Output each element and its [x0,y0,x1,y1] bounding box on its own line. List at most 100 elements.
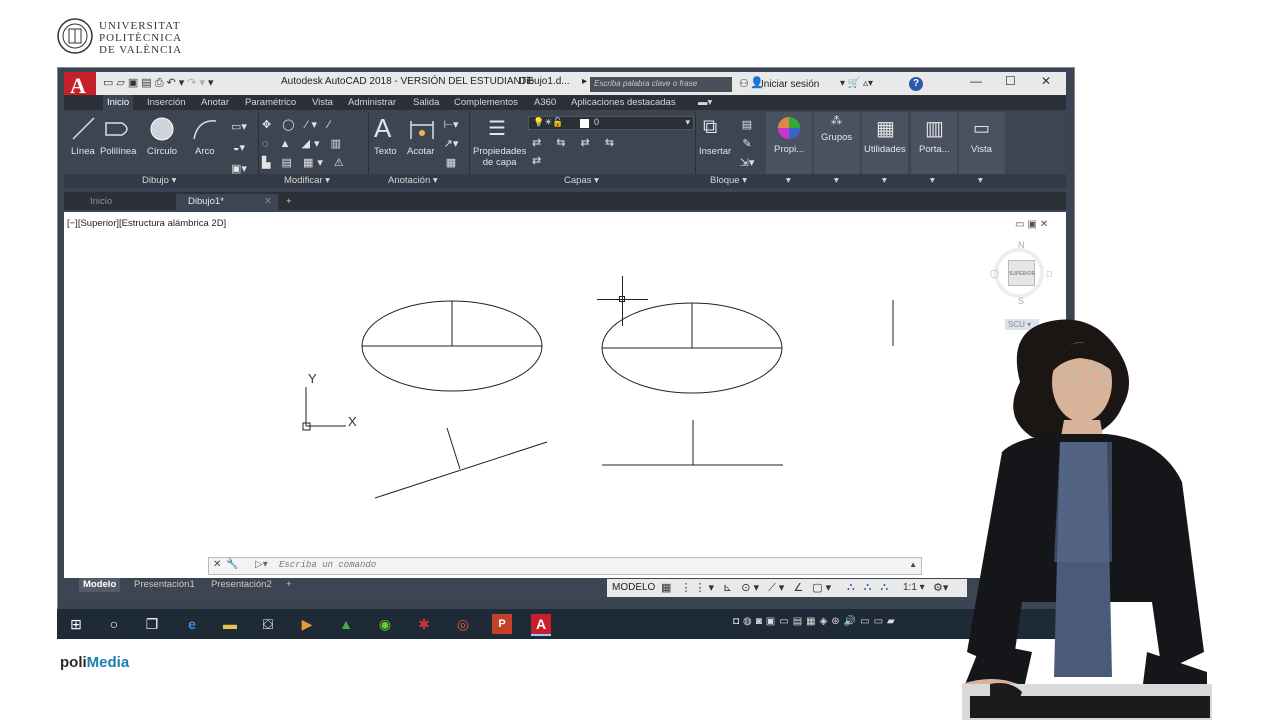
block-small-icons[interactable]: ▤ ✎ ⇲▾ [736,116,758,173]
edge-icon[interactable]: e [182,614,202,634]
tab-parametrico[interactable]: Paramétrico [245,95,296,110]
command-line[interactable]: ✕🔧 ▷▾ Escriba un comando ▲ [208,557,922,575]
panel-bloque-label: Bloque [710,175,740,186]
slanted-tick [446,427,461,470]
line-tool[interactable]: Línea [71,146,95,157]
layer-properties-icon[interactable]: ☰ [488,116,506,141]
settings-gear-icon[interactable]: ⚙▾ [933,581,948,594]
add-layout-icon[interactable]: + [286,578,292,592]
layer-dropdown[interactable]: 💡☀🔓 0 ▾ [528,116,694,130]
panel-capas[interactable]: Capas ▾ [564,174,599,188]
open-icon[interactable]: ▱ [116,77,127,89]
print-icon[interactable]: ⎙ [155,77,167,89]
command-line-controls[interactable]: ✕🔧 [213,559,244,570]
windows-start-icon[interactable]: ⊞ [66,614,86,634]
panel-modificar[interactable]: Modificar ▾ [284,174,330,188]
chevron-right-icon[interactable]: ▸ [582,76,587,87]
tab-insercion[interactable]: Inserción [147,95,186,110]
panel-expand-icon[interactable]: ▾ [786,174,791,188]
model-space-button[interactable]: MODELO [612,582,655,593]
search-input[interactable]: Escriba palabra clave o frase [590,77,732,92]
arc-icon [193,120,217,140]
panel-bloque[interactable]: Bloque ▾ [710,174,747,188]
app-icon[interactable]: ◉ [375,614,395,634]
tab-vista[interactable]: Vista [312,95,333,110]
close-button[interactable]: ✕ [1041,74,1051,88]
ribbon-toggle-icon[interactable]: ▬▾ [698,95,712,110]
insert-tool[interactable]: Insertar [699,146,731,157]
viewcube-face[interactable]: SUPERIOR [1008,260,1035,286]
polyline-tool[interactable]: Polilínea [100,146,136,157]
close-tab-icon[interactable]: ✕ [264,194,272,210]
dimension-tool[interactable]: Acotar [407,146,434,157]
layout-tab-modelo[interactable]: Modelo [79,578,121,592]
annotation-icons[interactable]: ⛬ ⛬ ⛬ [847,581,891,594]
app-icon[interactable]: ✱ [414,614,434,634]
saveas-icon[interactable]: ▤ [141,77,154,89]
layer-color-swatch [580,119,589,128]
tab-aplicaciones[interactable]: Aplicaciones destacadas [571,95,676,110]
status-bar: MODELO ▦ ⋮⋮▾ ⊾ ⊙▾ ⟋▾ ∠ ▢▾ ⛬ ⛬ ⛬ 1:1 ▾ ⚙▾ [607,579,967,597]
text-icon[interactable]: A [374,113,391,144]
panel-expand-icon[interactable]: ▾ [882,174,887,188]
command-history-icon[interactable]: ▲ [909,560,917,569]
layout-tab-presentacion2[interactable]: Presentación2 [211,578,272,592]
command-input[interactable]: Escriba un comando [279,560,376,570]
panel-capas-label: Capas [564,175,592,186]
layout-tab-presentacion1[interactable]: Presentación1 [134,578,195,592]
doc-tab-inicio[interactable]: Inicio [72,194,170,210]
undo-icon[interactable]: ↶▾ [167,77,188,89]
tab-anotar[interactable]: Anotar [201,95,229,110]
save-icon[interactable]: ▣ [128,77,141,89]
new-icon[interactable]: ▭ [103,77,116,89]
tab-salida[interactable]: Salida [413,95,439,110]
media-player-icon[interactable]: ▶ [297,614,317,634]
layer-properties-tool[interactable]: Propiedades de capa [473,146,526,168]
maximize-button[interactable]: ☐ [1005,74,1016,88]
insert-block-icon[interactable]: ⧉ [703,116,717,139]
panel-expand-icon[interactable]: ▾ [834,174,839,188]
sign-in-button[interactable]: Iniciar sesión [761,79,819,90]
draw-small-icons[interactable]: ▭▾ ◒▾ ▣▾ [228,117,250,180]
compass-west-icon: ◯ [990,269,999,278]
arc-tool[interactable]: Arco [195,146,215,157]
new-tab-icon[interactable]: + [286,194,292,210]
panel-anotacion[interactable]: Anotación ▾ [388,174,438,188]
annotation-small-icons[interactable]: ⊢▾ ↗▾ ▦ [440,116,462,173]
powerpoint-icon[interactable]: P [492,614,512,634]
circle-tool[interactable]: Círculo [147,146,177,157]
ucs-y-label: Y [308,371,317,386]
system-tray-icons[interactable]: ◘◍◙▣▭▤▦◈⊛🔊▭▭▰ [733,616,899,627]
customize-icon[interactable]: ▾ [208,77,217,89]
tab-complementos[interactable]: Complementos [454,95,518,110]
search-icon[interactable]: ○ [104,614,124,634]
cart-icon[interactable]: ▾ 🛒 ▵▾ [840,78,873,89]
binoculars-icon[interactable]: ⚇ [739,77,749,90]
tab-inicio[interactable]: Inicio [103,95,134,110]
polimedia-brand-b: Media [86,654,130,671]
panel-dibujo-label: Dibujo [142,175,169,186]
task-view-icon[interactable]: ❐ [142,614,162,634]
command-prompt-icon[interactable]: ▷▾ [255,559,268,570]
store-icon[interactable]: ⛋ [258,614,278,634]
panel-dibujo[interactable]: Dibujo ▾ [142,174,176,188]
chrome-icon[interactable]: ◎ [453,614,473,634]
autocad-taskbar-icon[interactable]: A [531,614,551,636]
redo-icon[interactable]: ↷▾ [187,77,208,89]
dimension-icon[interactable] [409,117,435,141]
google-drive-icon[interactable]: ▲ [336,614,356,634]
quick-access-toolbar[interactable]: ▭▱▣▤⎙↶▾↷▾▾ [103,76,217,90]
tab-a360[interactable]: A360 [534,95,556,110]
annotation-scale[interactable]: 1:1 ▾ [903,582,925,593]
status-toggle-icons[interactable]: ▦ ⋮⋮▾ ⊾ ⊙▾ ⟋▾ ∠ ▢▾ [661,581,834,595]
minimize-button[interactable]: — [970,74,982,88]
layer-props-line2: de capa [482,157,517,168]
tab-administrar[interactable]: Administrar [348,95,396,110]
modify-tools-icons[interactable]: ✥ ◯ ⁄▾ ∕ ◌ ▲ ◢▾ ▥ ▙ ▤ ▦▾ ⚠ [262,116,362,173]
help-icon[interactable]: ? [909,77,923,91]
panel-expand-icon[interactable]: ▾ [978,174,983,188]
file-explorer-icon[interactable]: ▬ [220,614,240,634]
text-tool[interactable]: Texto [374,146,397,157]
doc-tab-dibujo1[interactable]: Dibujo1* ✕ [176,194,278,210]
panel-expand-icon[interactable]: ▾ [930,174,935,188]
